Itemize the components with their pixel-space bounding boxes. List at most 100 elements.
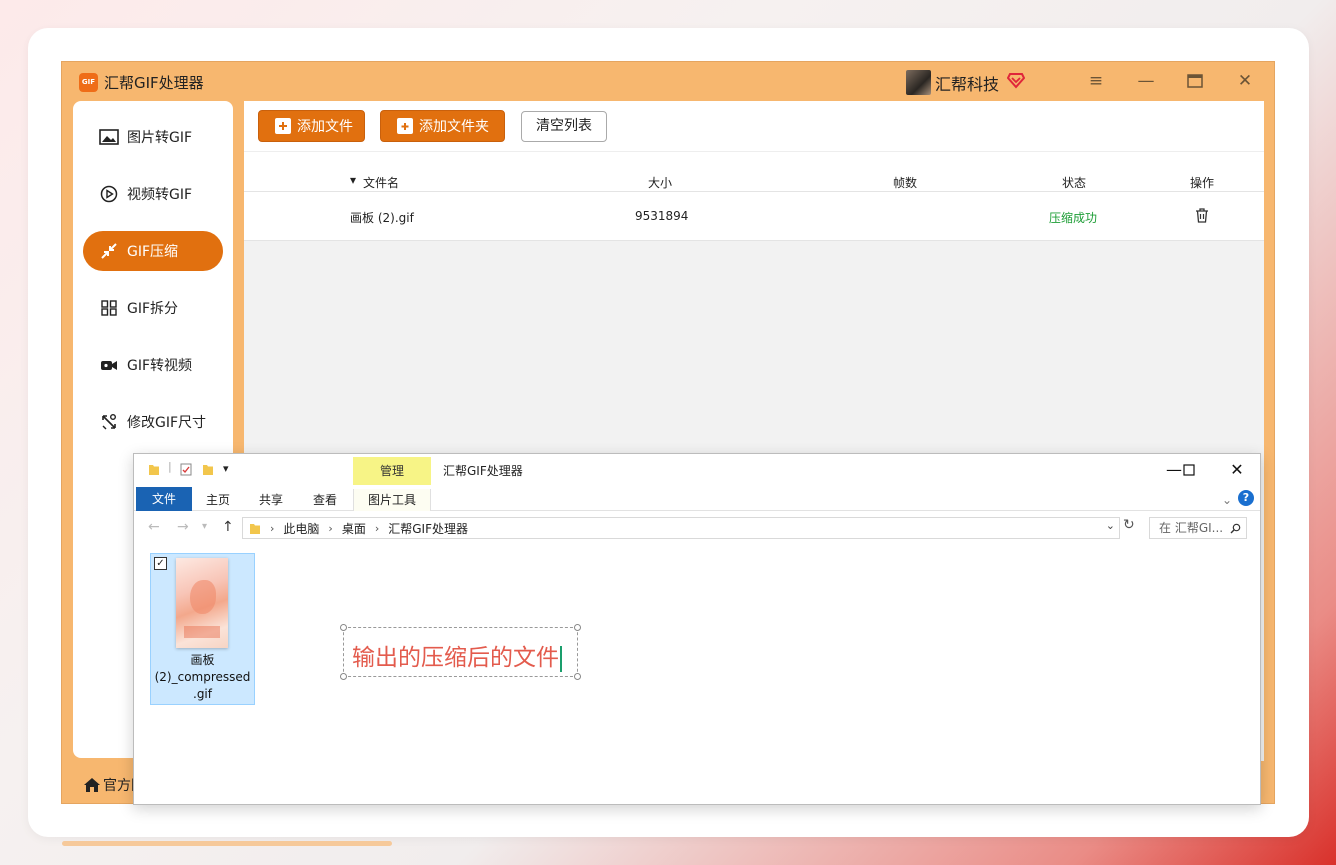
ribbon-tab-file[interactable]: 文件 [136,487,192,511]
address-dropdown-icon[interactable]: ⌄ [1106,519,1115,532]
breadcrumb-folder[interactable]: 汇帮GIF处理器 [388,520,468,537]
sidebar-item-gif-split[interactable]: GIF拆分 [83,288,223,328]
resize-handle[interactable] [574,624,581,631]
home-icon [84,778,100,792]
ribbon-tab-share[interactable]: 共享 [251,489,291,511]
image-icon [99,127,119,147]
toolbar: 添加文件 添加文件夹 清空列表 [244,101,1264,151]
chevron-right-icon: › [374,521,380,535]
sidebar-item-label: GIF拆分 [127,301,179,317]
select-checkbox[interactable]: ✓ [154,557,167,570]
file-name-line: 画板 [190,653,215,667]
back-arrow-icon[interactable]: ← [148,519,160,535]
ribbon-tab-home[interactable]: 主页 [198,489,238,511]
new-folder-icon[interactable] [202,463,214,479]
search-icon [1230,523,1241,534]
manage-context-tab[interactable]: 管理 [353,457,431,485]
sort-desc-icon[interactable]: ▾ [350,173,356,187]
address-bar[interactable]: › 此电脑 › 桌面 › 汇帮GIF处理器 ⌄ [242,517,1120,539]
search-placeholder: 在 汇帮GI... [1159,521,1224,535]
address-navbar: ← → ▾ ↑ › 此电脑 › 桌面 › 汇帮GIF处理器 ⌄ ↻ 在 汇帮GI… [134,512,1260,542]
vip-diamond-icon[interactable] [1007,71,1025,89]
ribbon-tab-picture-tools[interactable]: 图片工具 [353,489,431,511]
close-icon[interactable]: ✕ [1231,68,1259,94]
play-icon [99,184,119,204]
search-input[interactable]: 在 汇帮GI... [1149,517,1247,539]
app-title: 汇帮GIF处理器 [104,74,204,92]
sidebar-item-gif-to-video[interactable]: GIF转视频 [83,345,223,385]
add-file-icon [275,118,291,134]
divider: | [168,460,172,473]
menu-icon[interactable]: ≡ [1082,68,1110,94]
explorer-restore-icon[interactable] [1166,458,1212,482]
ribbon-collapse-icon[interactable]: ⌄ [1217,489,1237,511]
resize-handle[interactable] [340,624,347,631]
app-titlebar: GIF 汇帮GIF处理器 汇帮科技 ≡ — ✕ [62,62,1274,100]
trash-icon[interactable] [1195,208,1209,226]
table-header: ▾ 文件名 大小 帧数 状态 操作 [244,151,1264,192]
sidebar-item-label: GIF压缩 [127,244,179,260]
explorer-window-title: 汇帮GIF处理器 [443,464,523,478]
file-size-cell: 9531894 [635,209,689,223]
column-header-filename[interactable]: 文件名 [363,174,399,191]
explorer-titlebar: | ▾ 管理 汇帮GIF处理器 — ✕ [134,454,1260,485]
forward-arrow-icon[interactable]: → [177,519,189,535]
add-file-button[interactable]: 添加文件 [258,110,365,142]
annotation-box[interactable]: 输出的压缩后的文件 [340,624,581,680]
sidebar-item-label: 修改GIF尺寸 [127,415,207,431]
resize-handle[interactable] [340,673,347,680]
column-header-size[interactable]: 大小 [648,174,672,191]
explorer-close-icon[interactable]: ✕ [1214,458,1260,482]
add-folder-button[interactable]: 添加文件夹 [380,110,505,142]
minimize-icon[interactable]: — [1132,68,1160,94]
breadcrumb-desktop[interactable]: 桌面 [342,520,366,537]
annotation-text[interactable]: 输出的压缩后的文件 [352,638,562,672]
column-header-status[interactable]: 状态 [1062,174,1086,191]
table-row[interactable]: 画板 (2).gif 9531894 压缩成功 [244,192,1264,241]
maximize-icon[interactable] [1181,68,1209,94]
decorative-bar [62,841,392,846]
user-avatar[interactable] [906,70,931,95]
resize-icon [99,412,119,432]
explorer-window: | ▾ 管理 汇帮GIF处理器 — ✕ 文件 主页 共享 查看 图片工具 ⌄ ?… [133,453,1261,805]
add-folder-icon [397,118,413,134]
user-name[interactable]: 汇帮科技 [935,71,999,95]
sidebar-item-resize-gif[interactable]: 修改GIF尺寸 [83,402,223,442]
add-folder-label: 添加文件夹 [419,119,489,135]
help-icon[interactable]: ? [1238,490,1254,506]
file-name-line: .gif [193,687,212,701]
thumbnail-shape [190,580,216,614]
text-caret [560,645,562,672]
camera-icon [99,355,119,375]
recent-dropdown-icon[interactable]: ▾ [202,521,207,532]
up-arrow-icon[interactable]: ↑ [222,519,234,535]
sidebar-item-gif-compress[interactable]: GIF压缩 [83,231,223,271]
sidebar-item-video-to-gif[interactable]: 视频转GIF [83,174,223,214]
folder-icon [148,463,160,479]
properties-icon[interactable] [180,463,192,479]
customize-dropdown-icon[interactable]: ▾ [223,462,229,475]
file-thumbnail [176,558,228,648]
breadcrumb-this-pc[interactable]: 此电脑 [283,520,319,537]
file-view: ✓ 画板 (2)_compressed .gif 输出的压缩后的文件 [134,542,1260,806]
chevron-right-icon: › [328,521,333,535]
refresh-icon[interactable]: ↻ [1123,517,1135,533]
sidebar-item-label: 视频转GIF [127,187,193,203]
sidebar-item-label: 图片转GIF [127,130,193,146]
app-logo-icon: GIF [79,73,98,92]
ribbon: 文件 主页 共享 查看 图片工具 ⌄ ? [134,485,1260,511]
folder-icon [250,523,260,534]
annotation-label: 输出的压缩后的文件 [352,645,559,671]
column-header-frames[interactable]: 帧数 [893,174,917,191]
sidebar-item-label: GIF转视频 [127,358,193,374]
status-badge: 压缩成功 [1049,211,1098,225]
resize-handle[interactable] [574,673,581,680]
file-item-compressed-gif[interactable]: ✓ 画板 (2)_compressed .gif [150,553,255,705]
compress-icon [99,241,119,261]
clear-list-button[interactable]: 清空列表 [521,111,607,142]
file-name-cell: 画板 (2).gif [350,211,414,225]
split-icon [99,298,119,318]
sidebar-item-image-to-gif[interactable]: 图片转GIF [83,117,223,157]
add-file-label: 添加文件 [297,119,353,135]
ribbon-tab-view[interactable]: 查看 [305,489,345,511]
